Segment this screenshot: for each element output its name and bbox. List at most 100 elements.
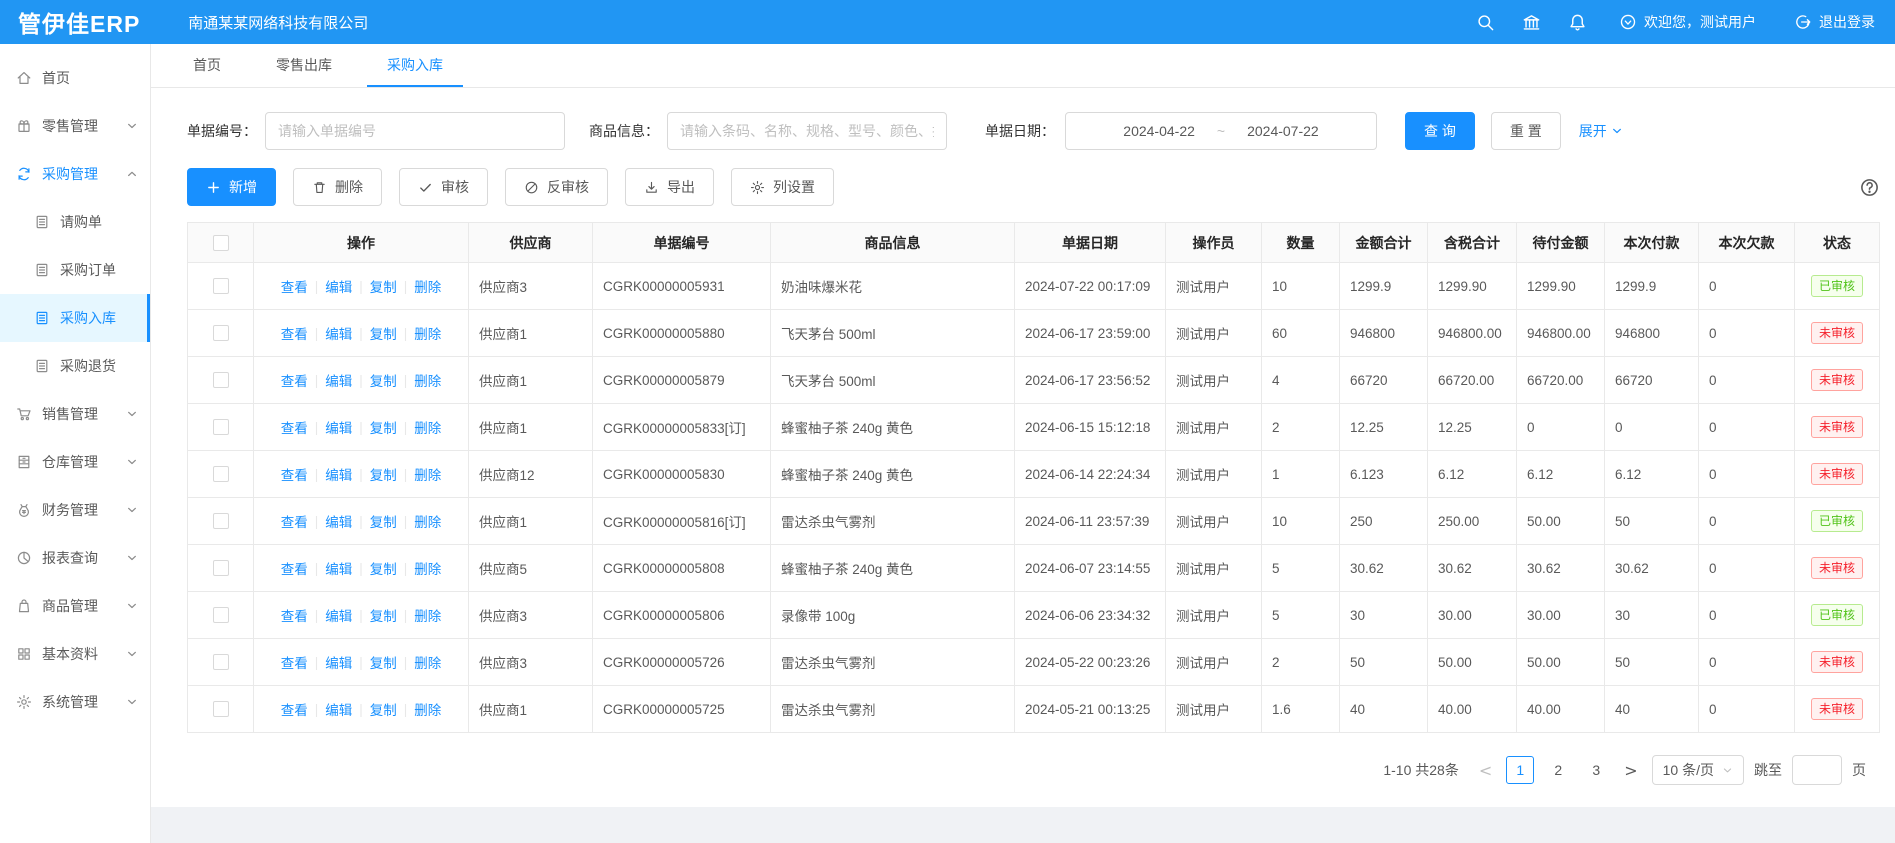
sidebar-item-请购单[interactable]: 请购单 — [0, 198, 150, 246]
search-button[interactable]: 查 询 — [1405, 112, 1475, 150]
row-action-删除[interactable]: 删除 — [407, 511, 448, 531]
row-action-查看[interactable]: 查看 — [274, 699, 315, 719]
row-action-删除[interactable]: 删除 — [407, 276, 448, 296]
export-button[interactable]: 导出 — [625, 168, 714, 206]
page-button-1[interactable]: 1 — [1506, 756, 1534, 784]
sidebar-item-商品管理[interactable]: 商品管理 — [0, 582, 150, 630]
row-action-复制[interactable]: 复制 — [363, 652, 404, 672]
row-action-查看[interactable]: 查看 — [274, 558, 315, 578]
row-checkbox[interactable] — [213, 560, 229, 576]
bill-no-input[interactable] — [265, 112, 565, 150]
sidebar-item-采购入库[interactable]: 采购入库 — [0, 294, 150, 342]
row-action-复制[interactable]: 复制 — [363, 511, 404, 531]
sidebar-item-财务管理[interactable]: 财务管理 — [0, 486, 150, 534]
sidebar-item-采购退货[interactable]: 采购退货 — [0, 342, 150, 390]
row-action-复制[interactable]: 复制 — [363, 464, 404, 484]
row-checkbox[interactable] — [213, 654, 229, 670]
sidebar-item-采购管理[interactable]: 采购管理 — [0, 150, 150, 198]
row-action-删除[interactable]: 删除 — [407, 652, 448, 672]
row-action-查看[interactable]: 查看 — [274, 323, 315, 343]
row-checkbox[interactable] — [213, 701, 229, 717]
row-action-查看[interactable]: 查看 — [274, 511, 315, 531]
next-page-button[interactable]: > — [1620, 761, 1641, 780]
row-action-复制[interactable]: 复制 — [363, 370, 404, 390]
row-action-复制[interactable]: 复制 — [363, 276, 404, 296]
row-action-编辑[interactable]: 编辑 — [318, 511, 359, 531]
logout-button[interactable]: 退出登录 — [1794, 12, 1875, 32]
row-action-复制[interactable]: 复制 — [363, 417, 404, 437]
help-icon[interactable] — [1859, 177, 1880, 198]
bank-icon[interactable] — [1513, 4, 1549, 40]
sidebar-item-系统管理[interactable]: 系统管理 — [0, 678, 150, 726]
product-info-input[interactable] — [667, 112, 947, 150]
prev-page-button[interactable]: < — [1475, 761, 1496, 780]
sidebar-item-零售管理[interactable]: 零售管理 — [0, 102, 150, 150]
cell-amount: 250 — [1340, 498, 1428, 545]
row-action-删除[interactable]: 删除 — [407, 323, 448, 343]
row-checkbox[interactable] — [213, 278, 229, 294]
row-action-查看[interactable]: 查看 — [274, 417, 315, 437]
row-action-删除[interactable]: 删除 — [407, 699, 448, 719]
unaudit-button[interactable]: 反审核 — [505, 168, 608, 206]
row-checkbox[interactable] — [213, 325, 229, 341]
row-action-复制[interactable]: 复制 — [363, 605, 404, 625]
row-checkbox[interactable] — [213, 466, 229, 482]
row-action-编辑[interactable]: 编辑 — [318, 652, 359, 672]
row-action-删除[interactable]: 删除 — [407, 370, 448, 390]
tab-采购入库[interactable]: 采购入库 — [367, 44, 463, 87]
sidebar-item-基本资料[interactable]: 基本资料 — [0, 630, 150, 678]
sidebar-item-报表查询[interactable]: 报表查询 — [0, 534, 150, 582]
row-action-复制[interactable]: 复制 — [363, 699, 404, 719]
bell-icon[interactable] — [1559, 4, 1595, 40]
page-size-select[interactable]: 10 条/页 — [1652, 755, 1744, 785]
date-to[interactable]: 2024-07-22 — [1247, 123, 1319, 139]
row-action-查看[interactable]: 查看 — [274, 464, 315, 484]
sidebar-item-销售管理[interactable]: 销售管理 — [0, 390, 150, 438]
cell-payable: 0 — [1517, 404, 1605, 451]
row-action-删除[interactable]: 删除 — [407, 605, 448, 625]
date-range-input[interactable]: 2024-04-22 ~ 2024-07-22 — [1065, 112, 1377, 150]
user-menu[interactable]: 欢迎您，测试用户 — [1619, 12, 1756, 32]
row-action-编辑[interactable]: 编辑 — [318, 323, 359, 343]
row-checkbox[interactable] — [213, 513, 229, 529]
row-action-删除[interactable]: 删除 — [407, 558, 448, 578]
row-checkbox[interactable] — [213, 607, 229, 623]
page-button-2[interactable]: 2 — [1544, 756, 1572, 784]
tab-首页[interactable]: 首页 — [173, 44, 241, 87]
expand-link[interactable]: 展开 — [1579, 121, 1623, 141]
audit-button[interactable]: 审核 — [399, 168, 488, 206]
column-header-状态: 状态 — [1795, 223, 1880, 263]
select-all-checkbox[interactable] — [213, 235, 229, 251]
search-icon[interactable] — [1467, 4, 1503, 40]
row-action-删除[interactable]: 删除 — [407, 417, 448, 437]
delete-button[interactable]: 删除 — [293, 168, 382, 206]
row-action-编辑[interactable]: 编辑 — [318, 276, 359, 296]
row-action-查看[interactable]: 查看 — [274, 652, 315, 672]
tab-零售出库[interactable]: 零售出库 — [256, 44, 352, 87]
row-action-编辑[interactable]: 编辑 — [318, 370, 359, 390]
row-action-查看[interactable]: 查看 — [274, 605, 315, 625]
row-action-编辑[interactable]: 编辑 — [318, 558, 359, 578]
row-action-复制[interactable]: 复制 — [363, 558, 404, 578]
add-button[interactable]: 新增 — [187, 168, 276, 206]
row-action-查看[interactable]: 查看 — [274, 370, 315, 390]
row-checkbox[interactable] — [213, 372, 229, 388]
row-action-删除[interactable]: 删除 — [407, 464, 448, 484]
column-settings-button[interactable]: 列设置 — [731, 168, 834, 206]
row-action-编辑[interactable]: 编辑 — [318, 464, 359, 484]
row-action-查看[interactable]: 查看 — [274, 276, 315, 296]
jump-page-input[interactable] — [1792, 755, 1842, 785]
sidebar-item-采购订单[interactable]: 采购订单 — [0, 246, 150, 294]
row-action-编辑[interactable]: 编辑 — [318, 417, 359, 437]
sidebar-item-仓库管理[interactable]: 仓库管理 — [0, 438, 150, 486]
row-select-cell — [188, 451, 254, 498]
date-from[interactable]: 2024-04-22 — [1123, 123, 1195, 139]
row-checkbox[interactable] — [213, 419, 229, 435]
row-action-复制[interactable]: 复制 — [363, 323, 404, 343]
row-action-编辑[interactable]: 编辑 — [318, 605, 359, 625]
row-action-编辑[interactable]: 编辑 — [318, 699, 359, 719]
page-button-3[interactable]: 3 — [1582, 756, 1610, 784]
reset-button[interactable]: 重 置 — [1491, 112, 1561, 150]
check-icon — [418, 180, 433, 195]
sidebar-item-首页[interactable]: 首页 — [0, 54, 150, 102]
